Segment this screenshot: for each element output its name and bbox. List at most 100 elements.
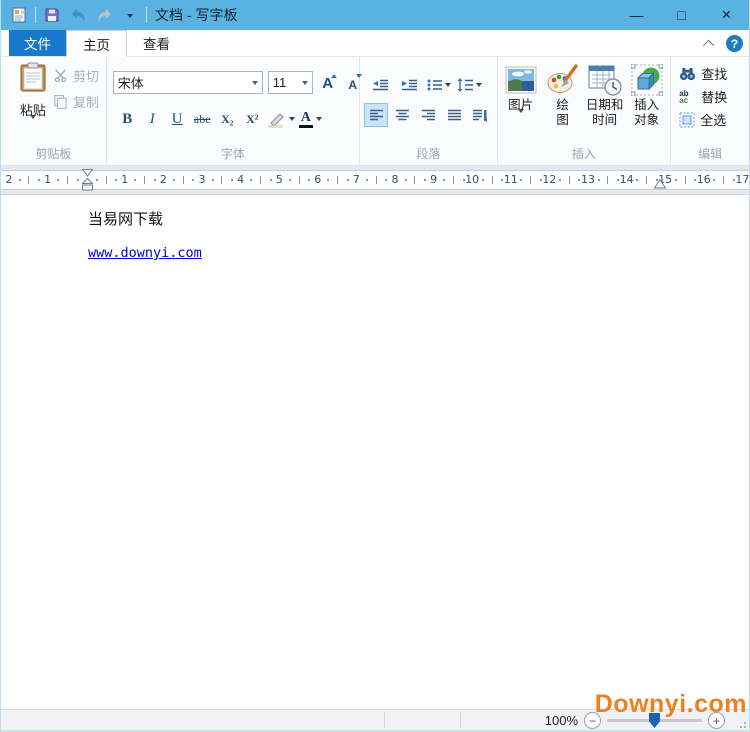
grow-font-button[interactable]: A bbox=[318, 72, 338, 94]
undo-icon[interactable] bbox=[68, 4, 88, 26]
ruler-tick bbox=[76, 179, 79, 181]
zoom-slider[interactable] bbox=[607, 713, 702, 728]
line-spacing-button[interactable] bbox=[456, 78, 483, 92]
group-insert: 图片 绘 图 日期和 时间 插入 对象 插入 bbox=[498, 57, 672, 165]
decrease-indent-button[interactable] bbox=[368, 73, 392, 97]
insert-drawing-button[interactable]: 绘 图 bbox=[542, 61, 584, 131]
group-editing: 查找 ab ac 替换 全选 编辑 bbox=[671, 57, 749, 165]
select-all-label: 全选 bbox=[700, 113, 727, 128]
font-family-value: 宋体 bbox=[117, 76, 144, 91]
underline-button[interactable]: U bbox=[167, 108, 188, 131]
insert-datetime-button[interactable]: 日期和 时间 bbox=[584, 61, 626, 131]
help-icon[interactable]: ? bbox=[726, 35, 743, 52]
increase-indent-button[interactable] bbox=[397, 73, 421, 97]
clipboard-group-label: 剪贴板 bbox=[35, 147, 72, 161]
calendar-clock-icon bbox=[588, 65, 622, 96]
scissors-icon bbox=[54, 68, 67, 82]
ruler-tick bbox=[346, 179, 349, 181]
document-heading-text: 当易网下载 bbox=[88, 211, 164, 228]
insert-picture-button[interactable]: 图片 bbox=[500, 61, 542, 131]
ruler-tick bbox=[211, 179, 214, 181]
resize-grip-icon[interactable] bbox=[736, 718, 746, 728]
shrink-font-glyph: A bbox=[348, 77, 358, 92]
subscript-button[interactable]: X₂ bbox=[217, 108, 238, 131]
align-right-button[interactable] bbox=[416, 103, 440, 127]
redo-icon[interactable] bbox=[94, 4, 114, 26]
align-center-button[interactable] bbox=[390, 103, 414, 127]
ruler-tick bbox=[481, 179, 484, 181]
object-icon bbox=[630, 64, 663, 96]
ruler-tick bbox=[66, 176, 68, 184]
replace-icon-bottom: ac bbox=[679, 95, 689, 105]
find-button[interactable]: 查找 bbox=[679, 64, 727, 83]
document-hyperlink[interactable]: www.downyi.com bbox=[88, 245, 202, 261]
ruler-tick bbox=[414, 176, 416, 184]
increase-indent-icon bbox=[401, 79, 417, 91]
close-button[interactable]: × bbox=[704, 0, 749, 30]
maximize-button[interactable]: □ bbox=[659, 0, 704, 30]
paste-button[interactable]: 粘贴 bbox=[11, 62, 55, 144]
bold-button[interactable]: B bbox=[117, 108, 138, 131]
tab-view[interactable]: 查看 bbox=[127, 30, 186, 56]
ruler-tick bbox=[37, 179, 40, 181]
ruler-tick bbox=[443, 179, 446, 181]
ruler-tick bbox=[713, 179, 716, 181]
qat-customize-dropdown-icon[interactable] bbox=[120, 4, 140, 26]
ruler-number: 17 bbox=[735, 173, 750, 186]
ruler-number: 13 bbox=[581, 173, 595, 186]
cut-button[interactable]: 剪切 bbox=[53, 65, 99, 85]
highlight-pen-icon bbox=[268, 112, 284, 128]
ruler-tick bbox=[182, 176, 184, 184]
collapse-ribbon-icon[interactable] bbox=[702, 39, 715, 51]
save-icon[interactable] bbox=[42, 4, 62, 26]
paint-palette-icon bbox=[547, 64, 578, 93]
find-label: 查找 bbox=[701, 67, 728, 82]
ruler-tick bbox=[18, 179, 21, 181]
ruler-tick bbox=[530, 176, 532, 184]
superscript-button[interactable]: X² bbox=[242, 108, 263, 131]
ruler-tick bbox=[375, 176, 377, 184]
ruler-tick bbox=[298, 176, 300, 184]
replace-button[interactable]: ab ac 替换 bbox=[679, 87, 727, 106]
tab-home[interactable]: 主页 bbox=[66, 30, 127, 57]
strikethrough-button[interactable]: abe bbox=[192, 108, 213, 131]
font-color-button[interactable]: A bbox=[298, 110, 322, 128]
ruler-number: 1 bbox=[121, 173, 129, 186]
window-title: 文档 - 写字板 bbox=[155, 7, 238, 23]
ruler-tick bbox=[134, 179, 137, 181]
ruler-number: 5 bbox=[275, 173, 283, 186]
ruler-tick bbox=[288, 179, 291, 181]
align-left-button[interactable] bbox=[364, 103, 389, 127]
select-all-button[interactable]: 全选 bbox=[679, 110, 727, 129]
justify-icon bbox=[447, 109, 461, 120]
left-indent-marker[interactable] bbox=[82, 169, 93, 191]
font-size-combo[interactable]: 11 bbox=[267, 71, 313, 94]
insert-group-label: 插入 bbox=[571, 147, 596, 161]
ruler-tick bbox=[327, 179, 330, 181]
right-indent-marker[interactable] bbox=[654, 179, 666, 189]
insert-object-button[interactable]: 插入 对象 bbox=[626, 61, 668, 131]
tab-file[interactable]: 文件 bbox=[9, 30, 66, 56]
text-highlight-button[interactable] bbox=[267, 111, 295, 128]
align-center-icon bbox=[395, 109, 409, 120]
document-canvas[interactable]: 当易网下载 www.downyi.com bbox=[1, 195, 749, 709]
wordpad-app-icon[interactable] bbox=[9, 4, 29, 26]
ruler-number: 4 bbox=[237, 173, 245, 186]
ruler-band: 2 1 1 2 3 4 5 6 7 8 9 10 11 12 13 14 15 16 17 bbox=[1, 170, 749, 190]
minimize-button[interactable]: — bbox=[614, 0, 659, 30]
justify-button[interactable] bbox=[442, 103, 466, 127]
ruler-tick bbox=[308, 179, 311, 181]
font-family-combo[interactable]: 宋体 bbox=[112, 71, 263, 94]
ruler-number: 2 bbox=[5, 173, 13, 186]
copy-button[interactable]: 复制 bbox=[53, 91, 99, 111]
group-clipboard: 粘贴 剪切 复制 剪贴板 bbox=[1, 57, 107, 165]
list-dropdown-icon bbox=[445, 83, 452, 87]
ruler-tick bbox=[723, 176, 725, 184]
ruler-number: 2 bbox=[159, 173, 167, 186]
drawing-label-line1: 绘 bbox=[556, 98, 569, 112]
list-button[interactable] bbox=[426, 78, 452, 92]
paragraph-dialog-button[interactable] bbox=[468, 103, 492, 127]
italic-button[interactable]: I bbox=[142, 108, 163, 131]
datetime-label-line2: 时间 bbox=[592, 113, 618, 127]
ruler-tick bbox=[385, 179, 388, 181]
